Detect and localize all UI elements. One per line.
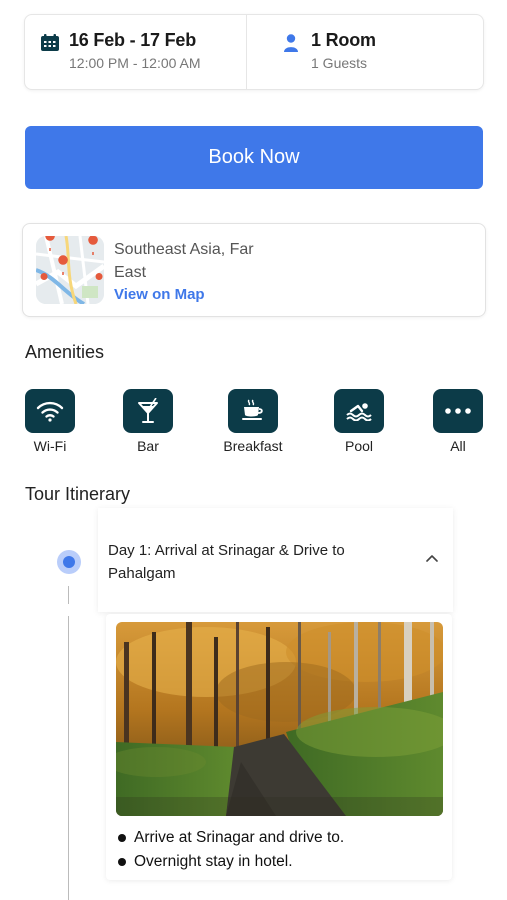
day-1-details: Arrive at Srinagar and drive to. Overnig… bbox=[106, 614, 452, 880]
list-item: Arrive at Srinagar and drive to. bbox=[116, 826, 344, 850]
date-selector[interactable]: 16 Feb - 17 Feb 12:00 PM - 12:00 AM bbox=[25, 15, 247, 89]
location-card: Southeast Asia, Far East View on Map bbox=[22, 223, 486, 317]
amenity-breakfast[interactable]: Breakfast bbox=[213, 389, 293, 454]
more-icon bbox=[433, 389, 483, 433]
forest-road-photo bbox=[116, 622, 443, 816]
person-icon bbox=[284, 34, 298, 52]
day-title: Day 1: Arrival at Srinagar & Drive to Pa… bbox=[108, 542, 345, 582]
room-guest-selector[interactable]: 1 Room 1 Guests bbox=[247, 15, 483, 89]
guest-count: 1 Guests bbox=[311, 55, 368, 71]
timeline-dot-center bbox=[63, 556, 75, 568]
view-on-map-link[interactable]: View on Map bbox=[114, 286, 205, 303]
timeline-line bbox=[68, 616, 69, 900]
amenity-label: All bbox=[450, 438, 466, 454]
map-thumbnail[interactable] bbox=[36, 236, 104, 304]
amenity-label: Breakfast bbox=[223, 438, 283, 454]
booking-summary-card[interactable]: 16 Feb - 17 Feb 12:00 PM - 12:00 AM 1 Ro… bbox=[24, 14, 484, 90]
amenity-wifi[interactable]: Wi-Fi bbox=[10, 389, 90, 454]
map-icon bbox=[36, 236, 104, 304]
day-1-accordion-header[interactable]: Day 1: Arrival at Srinagar & Drive to Pa… bbox=[98, 508, 453, 612]
coffee-icon bbox=[228, 389, 278, 433]
wifi-icon bbox=[25, 389, 75, 433]
time-range: 12:00 PM - 12:00 AM bbox=[69, 55, 201, 71]
list-item: Overnight stay in hotel. bbox=[116, 850, 344, 874]
calendar-icon bbox=[41, 34, 59, 51]
amenity-pool[interactable]: Pool bbox=[319, 389, 399, 454]
day-activities-list: Arrive at Srinagar and drive to. Overnig… bbox=[116, 826, 344, 874]
book-now-button[interactable]: Book Now bbox=[25, 126, 483, 189]
amenity-label: Wi-Fi bbox=[33, 438, 67, 454]
swim-icon bbox=[334, 389, 384, 433]
amenity-all[interactable]: All bbox=[418, 389, 498, 454]
amenity-label: Bar bbox=[137, 438, 159, 454]
location-name: Southeast Asia, Far East bbox=[114, 241, 254, 281]
amenities-heading: Amenities bbox=[25, 342, 105, 362]
itinerary-heading: Tour Itinerary bbox=[25, 484, 131, 504]
amenity-label: Pool bbox=[344, 438, 374, 454]
room-count: 1 Room bbox=[311, 30, 376, 50]
cocktail-icon bbox=[123, 389, 173, 433]
date-range: 16 Feb - 17 Feb bbox=[69, 30, 197, 50]
chevron-up-icon[interactable] bbox=[426, 554, 438, 562]
timeline-line bbox=[68, 586, 69, 604]
amenity-bar[interactable]: Bar bbox=[108, 389, 188, 454]
